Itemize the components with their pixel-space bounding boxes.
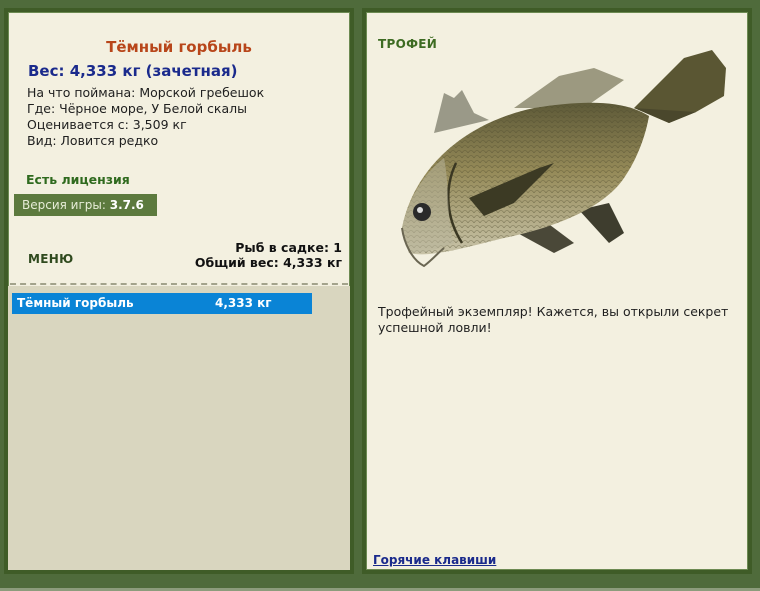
fish-title: Тёмный горбыль: [106, 38, 252, 56]
fish-weight: Вес: 4,333 кг (зачетная): [28, 62, 238, 80]
trophy-panel: ТРОФЕЙ Трофейный экземпляр! Кажется, вы …: [362, 8, 752, 574]
version-label: Версия игры:: [22, 198, 106, 212]
catch-list: Тёмный горбыль 4,333 кг: [8, 286, 350, 570]
version-bar: Версия игры: 3.7.6: [14, 194, 157, 216]
version-number: 3.7.6: [109, 198, 144, 212]
catch-item-name: Тёмный горбыль: [17, 296, 134, 310]
catch-info-panel: Тёмный горбыль Вес: 4,333 кг (зачетная) …: [4, 8, 354, 574]
catch-item-weight: 4,333 кг: [215, 296, 272, 310]
keep-stats: Рыб в садке: 1 Общий вес: 4,333 кг: [195, 240, 342, 270]
keep-total-weight: Общий вес: 4,333 кг: [194, 255, 342, 270]
license-status: Есть лицензия: [26, 172, 130, 187]
bait-info: На что поймана: Морской гребешок: [27, 85, 265, 100]
hotkeys-link[interactable]: Горячие клавиши: [373, 553, 496, 567]
catch-list-item[interactable]: Тёмный горбыль 4,333 кг: [12, 293, 312, 314]
keep-count: Рыб в садке: 1: [235, 240, 342, 255]
divider: [10, 283, 348, 285]
location-info: Где: Чёрное море, У Белой скалы: [27, 101, 248, 116]
croaker-fish-image: [401, 50, 726, 268]
value-info: Оценивается с: 3,509 кг: [27, 117, 187, 132]
trophy-message: Трофейный экземпляр! Кажется, вы открыли…: [378, 304, 729, 335]
menu-button[interactable]: МЕНЮ: [28, 252, 73, 266]
rarity-info: Вид: Ловится редко: [27, 133, 159, 148]
